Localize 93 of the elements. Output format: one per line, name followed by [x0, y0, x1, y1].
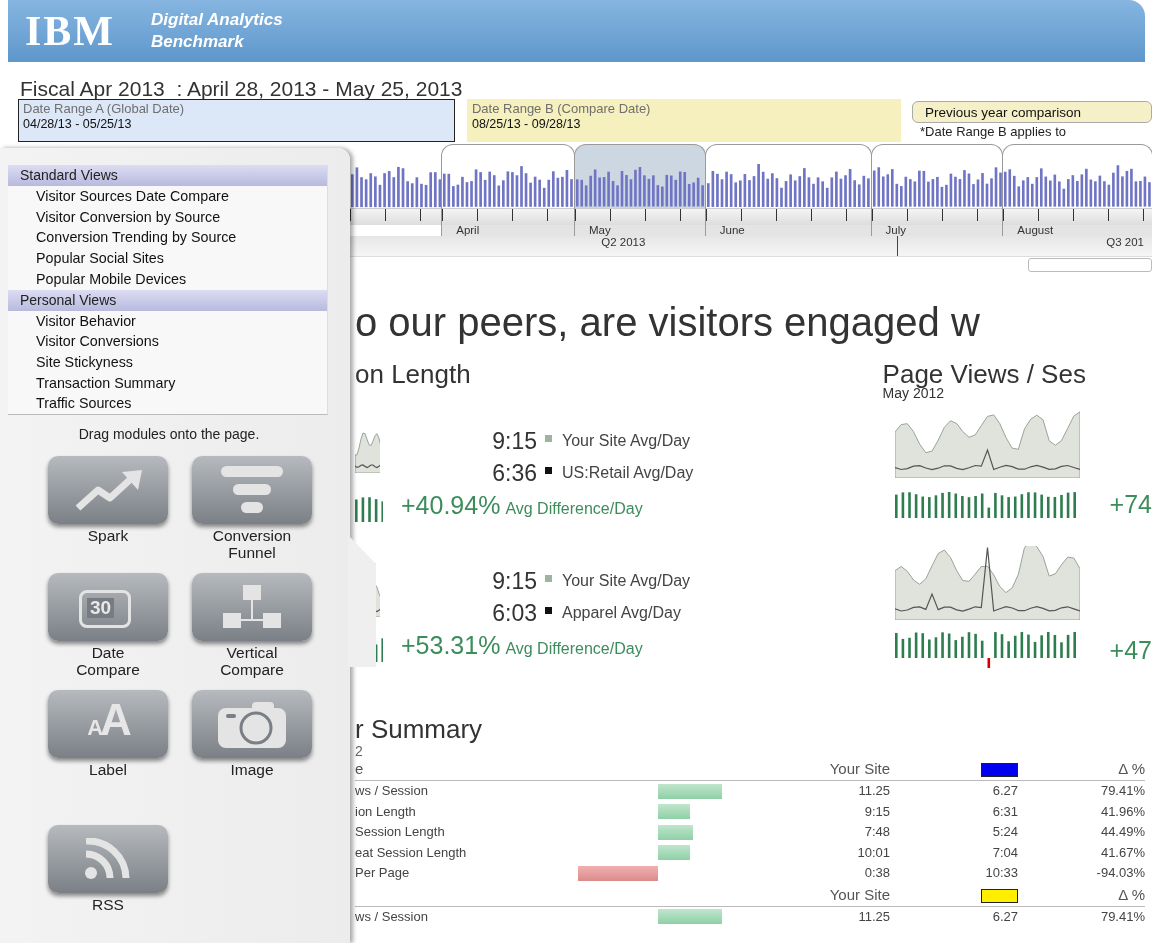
metric-value: 6:36 — [491, 459, 537, 487]
camera-icon — [216, 700, 288, 749]
page-headline: o our peers, are visitors engaged w — [355, 299, 980, 345]
table-cell-text: 44.49% — [1099, 823, 1145, 841]
table-cell-text: 41.96% — [1099, 802, 1145, 821]
view-item[interactable]: Conversion Trending by Source — [8, 227, 327, 249]
row-label: eat Session Length — [355, 843, 468, 862]
difference-value: +47 — [1109, 635, 1152, 665]
date-range-field[interactable]: Date Range A (Global Date) 04/28/13 - 05/25/13 — [18, 99, 455, 142]
quarter-label: Q3 201 — [896, 236, 1152, 256]
table-cell-text: 7:48 — [863, 823, 891, 841]
table-cell-text: 10:33 — [984, 864, 1018, 882]
table-cell-text: 6.27 — [991, 907, 1018, 926]
row-label: Session Length — [355, 823, 446, 841]
row-label: Per Page — [355, 864, 411, 882]
module-button[interactable] — [192, 456, 312, 525]
difference-label: Avg Difference/Day — [505, 500, 643, 518]
date-range-field[interactable]: Date Range B (Compare Date) 08/25/13 - 09/28/13 — [466, 99, 901, 142]
metric-value: 6:03 — [491, 599, 537, 627]
view-item[interactable]: Site Stickyness — [8, 351, 327, 373]
module-label: Conversion Funnel — [212, 527, 292, 564]
difference-value: +74 — [1109, 490, 1152, 519]
metric-value: 9:15 — [491, 567, 537, 595]
table-cell-text: 0:38 — [863, 864, 891, 882]
view-item[interactable]: Traffic Sources — [8, 393, 327, 415]
comparison-note: *Date Range B applies to — [920, 123, 1067, 140]
metric-label: Your Site Avg/Day — [562, 572, 691, 590]
app-title: Benchmark — [151, 31, 245, 53]
difference-value: +40.94% — [401, 491, 501, 520]
table-cell-text: 7:04 — [991, 843, 1018, 862]
row-label: ion Length — [355, 802, 417, 821]
rss-icon — [84, 838, 132, 881]
section-title: r Summary — [355, 714, 483, 744]
module-label: RSS — [92, 896, 124, 916]
column-header: Your Site — [738, 758, 900, 781]
column-header: Your Site — [738, 883, 900, 907]
view-item[interactable]: Visitor Behavior — [8, 310, 327, 332]
table-cell-text: 9:15 — [863, 802, 891, 821]
section-header: Standard Views — [8, 165, 327, 186]
table-cell-text: -94.03% — [1095, 864, 1145, 882]
view-item[interactable]: Visitor Conversions — [8, 331, 327, 352]
table-cell-text: 6:31 — [991, 802, 1018, 821]
module-label: Label — [89, 761, 127, 781]
month-tab[interactable]: August — [1002, 144, 1152, 236]
month-tab[interactable]: April — [441, 144, 575, 236]
difference-label: Avg Difference/Day — [505, 640, 643, 658]
view-item[interactable]: Popular Mobile Devices — [8, 268, 327, 290]
row-label: ws / Session — [355, 782, 429, 800]
table-cell-text: 79.41% — [1099, 907, 1145, 926]
module-label: Image — [230, 761, 274, 781]
drag-hint: Drag modules onto the page. — [77, 426, 261, 443]
module-label: Vertical Compare — [220, 644, 284, 681]
module-button[interactable] — [192, 573, 312, 642]
table-cell-text: 11.25 — [857, 782, 891, 800]
metric-label: Your Site Avg/Day — [562, 432, 691, 450]
column-header: Δ % — [1018, 758, 1145, 781]
ibm-logo: IBM — [25, 9, 115, 53]
month-tab[interactable]: July — [870, 144, 1004, 236]
quarter-label: Q2 2013 — [600, 236, 647, 250]
table-cell-text: 79.41% — [1099, 782, 1145, 800]
comparison-button[interactable]: Previous year comparison — [912, 101, 1152, 123]
app-title: Digital Analytics — [151, 9, 283, 31]
timeline-scrollbar[interactable] — [1028, 258, 1152, 272]
section-header: Personal Views — [8, 289, 327, 311]
view-item[interactable]: Popular Social Sites — [8, 248, 327, 269]
difference-value: +53.31% — [401, 631, 501, 660]
table-cell-text: 41.67% — [1099, 843, 1145, 862]
font-size-icon: AA — [87, 698, 129, 751]
section-subtitle: 2 — [355, 744, 364, 758]
module-button[interactable] — [48, 825, 168, 894]
metric-value: 9:15 — [491, 427, 537, 455]
section-title: Page Views / Ses — [882, 359, 1086, 389]
view-item[interactable]: Visitor Sources Date Compare — [8, 186, 327, 207]
module-label: Spark — [87, 527, 129, 547]
row-label: ws / Session — [355, 907, 429, 926]
bar-sparkline-drawing — [355, 497, 383, 522]
period-title: Fiscal Apr 2013 : April 28, 2013 - May 25, 2013 — [20, 76, 463, 102]
table-cell-text: 11.25 — [857, 907, 891, 926]
column-header: Δ % — [1018, 883, 1145, 907]
section-title: on Length — [355, 359, 471, 389]
metric-label: US:Retail Avg/Day — [562, 464, 694, 482]
table-cell-text: 6.27 — [991, 782, 1018, 800]
module-button[interactable] — [192, 690, 312, 759]
month-tab[interactable]: May — [573, 144, 706, 236]
metric-label: Apparel Avg/Day — [562, 604, 681, 622]
table-cell-text: 5:24 — [991, 823, 1018, 841]
month-tab[interactable]: June — [704, 144, 872, 236]
table-cell-text: 10:01 — [856, 843, 891, 862]
column-header: e — [355, 758, 578, 781]
module-button[interactable] — [48, 456, 168, 525]
module-label: Date Compare — [76, 644, 140, 681]
view-item[interactable]: Transaction Summary — [8, 372, 327, 394]
view-item[interactable]: Visitor Conversion by Source — [8, 206, 327, 228]
